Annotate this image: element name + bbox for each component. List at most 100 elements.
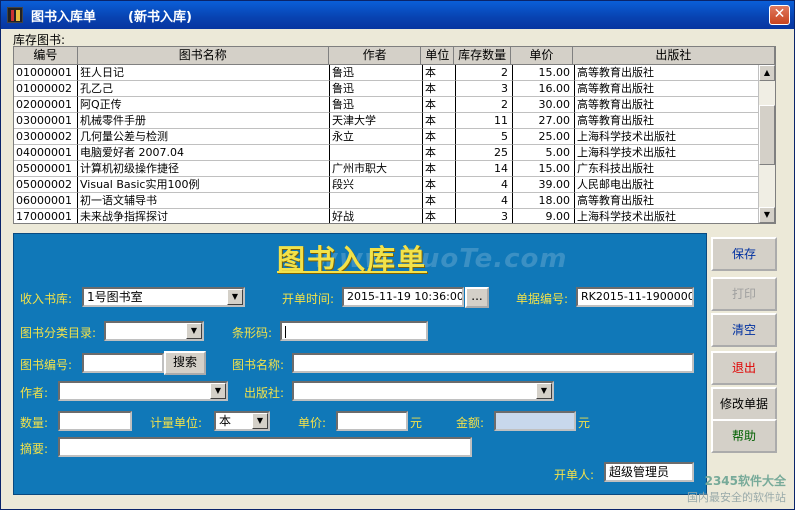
table-row[interactable]: 05000001 计算机初级操作捷径 广州市职大本 14 15.00 广东科技出版社	[14, 161, 760, 177]
table-cell: 几何量公差与检测	[78, 129, 330, 145]
scroll-thumb[interactable]	[759, 105, 775, 165]
form-title: 图书入库单	[277, 243, 428, 276]
chevron-down-icon[interactable]: ▼	[227, 289, 243, 305]
scroll-up-arrow-icon[interactable]: ▲	[759, 65, 775, 81]
warehouse-value: 1号图书室	[87, 290, 143, 304]
column-header[interactable]: 库存数量	[454, 47, 512, 64]
table-cell: 17000001	[14, 209, 78, 223]
table-cell: 上海科学技术出版社	[575, 129, 760, 145]
table-cell: 2	[456, 97, 513, 113]
title-bar: 图书入库单 (新书入库) ✕	[1, 1, 794, 29]
summary-input[interactable]	[58, 437, 472, 457]
close-button[interactable]: ✕	[769, 5, 790, 25]
column-header[interactable]: 编号	[14, 47, 78, 64]
category-label: 图书分类目录:	[20, 326, 97, 340]
window-subtitle: (新书入库)	[128, 9, 192, 25]
table-cell: Visual Basic实用100例	[78, 177, 330, 193]
table-cell: 鲁迅	[330, 97, 423, 113]
chevron-down-icon[interactable]: ▼	[186, 323, 202, 339]
table-cell: 孔乙己	[78, 81, 330, 97]
price-label: 单价:	[298, 416, 327, 430]
chevron-down-icon[interactable]: ▼	[252, 413, 268, 429]
table-cell	[330, 193, 423, 209]
clear-button[interactable]: 清空	[711, 313, 777, 347]
grid-vertical-scrollbar[interactable]: ▲ ▼	[758, 65, 775, 223]
search-button[interactable]: 搜索	[164, 351, 206, 375]
warehouse-label: 收入书库:	[20, 292, 73, 306]
table-cell: 本	[423, 145, 456, 161]
book-name-label: 图书名称:	[232, 358, 285, 372]
table-cell: 未来战争指挥探讨	[78, 209, 330, 223]
publisher-label: 出版社:	[244, 386, 285, 400]
table-cell: 2	[456, 65, 513, 81]
category-select[interactable]: ▼	[104, 321, 204, 341]
doc-number-field[interactable]: RK2015-11-19000001	[576, 287, 694, 307]
quantity-input[interactable]	[58, 411, 132, 431]
scroll-down-arrow-icon[interactable]: ▼	[759, 207, 775, 223]
book-name-input[interactable]	[292, 353, 694, 373]
print-button: 打印	[711, 277, 777, 311]
grid-body: 01000001 狂人日记 鲁迅本 2 15.00 高等教育出版社 01000002 孔乙己鲁…	[14, 65, 760, 223]
summary-label: 摘要:	[20, 442, 49, 456]
warehouse-select[interactable]: 1号图书室 ▼	[82, 287, 245, 307]
table-cell: 25	[456, 145, 513, 161]
table-cell: 9.00	[513, 209, 575, 223]
table-cell: 高等教育出版社	[575, 65, 760, 81]
site-watermark-line1: 2345软件大全	[704, 474, 786, 488]
table-row[interactable]: 04000001 电脑爱好者 2007.04 本 25 5.00 上海科学技术出版社	[14, 145, 760, 161]
column-header[interactable]: 单价	[511, 47, 573, 64]
column-header[interactable]: 作者	[329, 47, 422, 64]
table-row[interactable]: 01000001 狂人日记 鲁迅本 2 15.00 高等教育出版社	[14, 65, 760, 81]
exit-button[interactable]: 退出	[711, 351, 777, 385]
table-row[interactable]: 02000001 阿Q正传 鲁迅本 2 30.00 高等教育出版社	[14, 97, 760, 113]
column-header[interactable]: 单位	[421, 47, 455, 64]
price-unit: 元	[410, 416, 423, 430]
pick-time-button[interactable]: ...	[465, 287, 489, 308]
amount-label: 金额:	[456, 416, 485, 430]
column-header[interactable]: 出版社	[573, 47, 775, 64]
table-cell: 04000001	[14, 145, 78, 161]
table-cell: 鲁迅	[330, 81, 423, 97]
stock-books-grid[interactable]: 编号 图书名称 作者 单位 库存数量 单价 出版社 01000001 狂人日记 鲁迅…	[13, 46, 776, 224]
publisher-select[interactable]: ▼	[292, 381, 554, 401]
table-cell: 16.00	[513, 81, 575, 97]
table-cell: 15.00	[513, 161, 575, 177]
table-cell: 03000001	[14, 113, 78, 129]
price-input[interactable]	[336, 411, 408, 431]
amount-field	[494, 411, 576, 431]
table-row[interactable]: 01000002 孔乙己 鲁迅本 3 16.00 高等教育出版社	[14, 81, 760, 97]
column-header[interactable]: 图书名称	[78, 47, 329, 64]
table-cell: 02000001	[14, 97, 78, 113]
open-time-label: 开单时间:	[282, 292, 335, 306]
unit-label: 计量单位:	[150, 416, 203, 430]
table-row[interactable]: 05000002 Visual Basic实用100例 段兴本 4 39.00 人民邮电出…	[14, 177, 760, 193]
table-row[interactable]: 17000001 未来战争指挥探讨 好战本 3 9.00 上海科学技术出版社	[14, 209, 760, 223]
help-button[interactable]: 帮助	[711, 419, 777, 453]
table-cell: 01000001	[14, 65, 78, 81]
table-cell: 狂人日记	[78, 65, 330, 81]
table-row[interactable]: 03000001 机械零件手册 天津大学本 11 27.00 高等教育出版社	[14, 113, 760, 129]
window-title: 图书入库单	[31, 9, 97, 25]
book-number-input[interactable]	[82, 353, 164, 373]
table-cell: 27.00	[513, 113, 575, 129]
table-row[interactable]: 03000002 几何量公差与检测 永立本 5 25.00 上海科学技术出版社	[14, 129, 760, 145]
table-cell: 天津大学	[330, 113, 423, 129]
chevron-down-icon[interactable]: ▼	[210, 383, 226, 399]
table-cell: 高等教育出版社	[575, 81, 760, 97]
site-watermark-line2: 国内最安全的软件站	[687, 491, 786, 504]
quantity-label: 数量:	[20, 416, 49, 430]
save-button[interactable]: 保存	[711, 237, 777, 271]
table-cell: 06000001	[14, 193, 78, 209]
barcode-input[interactable]	[280, 321, 428, 341]
table-cell: 本	[423, 129, 456, 145]
unit-select[interactable]: 本 ▼	[214, 411, 270, 431]
table-cell: 3	[456, 209, 513, 223]
table-cell: 本	[423, 209, 456, 223]
chevron-down-icon[interactable]: ▼	[536, 383, 552, 399]
open-time-field[interactable]: 2015-11-19 10:36:00	[342, 287, 464, 307]
author-select[interactable]: ▼	[58, 381, 228, 401]
unit-value: 本	[219, 414, 232, 428]
table-row[interactable]: 06000001 初一语文辅导书 本 4 18.00 高等教育出版社	[14, 193, 760, 209]
modify-doc-button[interactable]: 修改单据	[711, 387, 777, 421]
table-cell: 15.00	[513, 65, 575, 81]
